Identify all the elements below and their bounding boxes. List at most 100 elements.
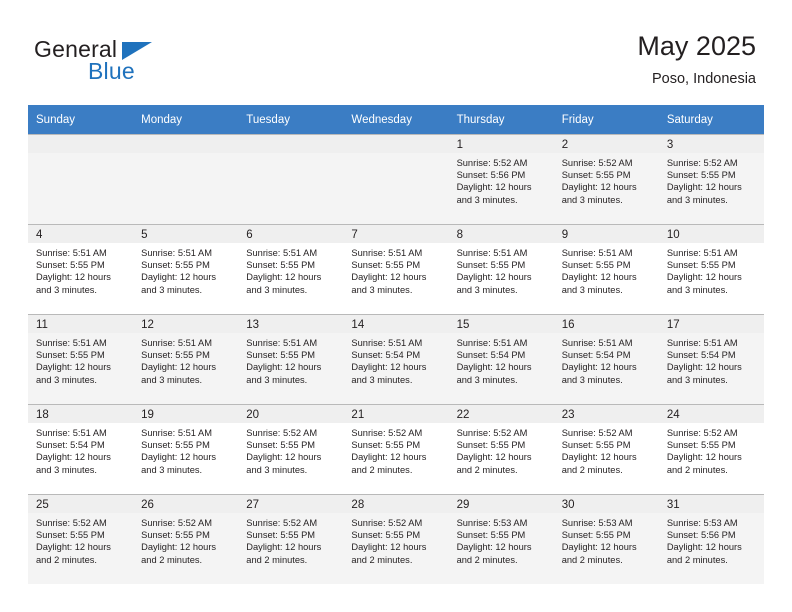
calendar-day-cell[interactable]: 30 Sunrise: 5:53 AM Sunset: 5:55 PM Dayligh… [553,494,659,584]
sunrise-text: Sunrise: 5:52 AM [36,518,107,528]
calendar-day-cell[interactable]: 24 Sunrise: 5:52 AM Sunset: 5:55 PM Dayligh… [658,404,764,494]
calendar-day-cell[interactable]: 11 Sunrise: 5:51 AM Sunset: 5:55 PM Dayligh… [28,314,134,404]
day-sun-info: Sunrise: 5:51 AM Sunset: 5:54 PM Daylight:… [28,423,133,476]
day-sun-info: Sunrise: 5:51 AM Sunset: 5:55 PM Daylight:… [28,333,133,386]
daylight-text-line2: and 3 minutes. [666,374,728,385]
daylight-text-line2: and 3 minutes. [246,374,308,385]
sunset-text: Sunset: 5:54 PM [351,350,421,361]
calendar-day-cell[interactable]: 10 Sunrise: 5:51 AM Sunset: 5:55 PM Dayligh… [658,224,764,314]
daylight-text-line2: and 3 minutes. [666,284,728,295]
calendar-day-cell[interactable]: 1 Sunrise: 5:52 AM Sunset: 5:56 PM Daylight… [448,134,554,224]
calendar-day-cell[interactable]: 17 Sunrise: 5:51 AM Sunset: 5:54 PM Dayligh… [658,314,764,404]
day-number: 25 [36,499,49,511]
calendar-day-cell-empty [238,134,344,224]
calendar-day-cell[interactable]: 8 Sunrise: 5:51 AM Sunset: 5:55 PM Daylight… [448,224,554,314]
calendar-day-cell[interactable]: 4 Sunrise: 5:51 AM Sunset: 5:55 PM Daylight… [28,224,134,314]
daylight-text-line1: Daylight: 12 hours [561,182,637,193]
day-sun-info: Sunrise: 5:51 AM Sunset: 5:55 PM Daylight:… [238,333,343,386]
daylight-text-line1: Daylight: 12 hours [246,362,322,373]
daylight-text-line1: Daylight: 12 hours [456,542,532,553]
calendar-day-cell[interactable]: 16 Sunrise: 5:51 AM Sunset: 5:54 PM Dayligh… [553,314,659,404]
daylight-text-line2: and 3 minutes. [36,374,97,385]
daylight-text-line1: Daylight: 12 hours [246,542,322,553]
sunset-text: Sunset: 5:54 PM [561,350,631,361]
day-number-band: 24 [658,405,764,423]
day-number: 8 [456,229,463,241]
sunset-text: Sunset: 5:55 PM [561,530,631,541]
sunset-text: Sunset: 5:54 PM [36,440,105,451]
calendar-day-cell[interactable]: 29 Sunrise: 5:53 AM Sunset: 5:55 PM Dayligh… [448,494,554,584]
day-number: 11 [36,319,48,331]
daylight-text-line2: and 3 minutes. [36,464,97,475]
calendar-day-cell[interactable]: 21 Sunrise: 5:52 AM Sunset: 5:55 PM Dayligh… [343,404,449,494]
daylight-text-line2: and 2 minutes. [456,554,518,565]
calendar-day-cell[interactable]: 31 Sunrise: 5:53 AM Sunset: 5:56 PM Dayligh… [658,494,764,584]
calendar-day-cell[interactable]: 28 Sunrise: 5:52 AM Sunset: 5:55 PM Dayligh… [343,494,449,584]
day-number-band: 6 [238,225,344,243]
daylight-text-line1: Daylight: 12 hours [351,542,427,553]
calendar-day-cell[interactable]: 19 Sunrise: 5:51 AM Sunset: 5:55 PM Dayligh… [133,404,239,494]
day-number-band [28,135,134,153]
daylight-text-line1: Daylight: 12 hours [666,362,742,373]
day-number-band: 28 [343,495,449,513]
day-sun-info: Sunrise: 5:52 AM Sunset: 5:55 PM Daylight:… [554,423,659,476]
sunset-text: Sunset: 5:55 PM [246,260,316,271]
daylight-text-line2: and 3 minutes. [246,464,308,475]
calendar-day-cell[interactable]: 9 Sunrise: 5:51 AM Sunset: 5:55 PM Daylight… [553,224,659,314]
day-sun-info: Sunrise: 5:52 AM Sunset: 5:55 PM Daylight:… [133,513,238,566]
day-number-band: 19 [133,405,239,423]
sunset-text: Sunset: 5:56 PM [666,530,736,541]
calendar-day-cell[interactable]: 2 Sunrise: 5:52 AM Sunset: 5:55 PM Daylight… [553,134,659,224]
calendar-day-cell[interactable] [28,134,134,224]
brand-logo[interactable]: General Blue [34,36,274,94]
calendar-day-cell[interactable]: 12 Sunrise: 5:51 AM Sunset: 5:55 PM Dayligh… [133,314,239,404]
day-number: 28 [351,499,365,511]
calendar-day-cell[interactable]: 13 Sunrise: 5:51 AM Sunset: 5:55 PM Dayligh… [238,314,344,404]
day-number: 13 [246,319,260,331]
calendar-day-cell[interactable]: 15 Sunrise: 5:51 AM Sunset: 5:54 PM Dayligh… [448,314,554,404]
sunrise-text: Sunrise: 5:51 AM [36,248,107,258]
daylight-text-line1: Daylight: 12 hours [561,452,637,463]
day-number-band: 25 [28,495,134,513]
calendar-day-cell[interactable]: 7 Sunrise: 5:51 AM Sunset: 5:55 PM Daylight… [343,224,449,314]
calendar-day-cell-inner: 29 Sunrise: 5:53 AM Sunset: 5:55 PM Dayligh… [448,494,554,584]
day-sun-info: Sunrise: 5:51 AM Sunset: 5:55 PM Daylight:… [554,243,659,296]
calendar-day-cell[interactable]: 26 Sunrise: 5:52 AM Sunset: 5:55 PM Dayligh… [133,494,239,584]
weekday-header-friday: Friday [553,105,659,134]
calendar-day-cell[interactable]: 6 Sunrise: 5:51 AM Sunset: 5:55 PM Daylight… [238,224,344,314]
calendar-day-cell[interactable] [133,134,239,224]
day-number: 21 [351,409,365,421]
calendar-day-cell[interactable]: 25 Sunrise: 5:52 AM Sunset: 5:55 PM Dayligh… [28,494,134,584]
calendar-day-cell[interactable] [238,134,344,224]
sunrise-text: Sunrise: 5:51 AM [351,248,423,258]
day-number-band: 8 [448,225,554,243]
sunset-text: Sunset: 5:55 PM [36,530,105,541]
calendar-day-cell-inner: 7 Sunrise: 5:51 AM Sunset: 5:55 PM Daylight… [343,224,449,314]
day-sun-info: Sunrise: 5:53 AM Sunset: 5:55 PM Daylight:… [449,513,554,566]
day-number: 9 [561,229,569,241]
calendar-day-cell-inner: 3 Sunrise: 5:52 AM Sunset: 5:55 PM Daylight… [658,134,764,224]
calendar-day-cell[interactable] [343,134,449,224]
daylight-text-line2: and 3 minutes. [141,284,203,295]
calendar-day-cell[interactable]: 23 Sunrise: 5:52 AM Sunset: 5:55 PM Dayligh… [553,404,659,494]
sunrise-text: Sunrise: 5:51 AM [456,338,528,348]
daylight-text-line2: and 2 minutes. [351,464,413,475]
day-number-band [238,135,344,153]
calendar-day-cell[interactable]: 27 Sunrise: 5:52 AM Sunset: 5:55 PM Dayligh… [238,494,344,584]
daylight-text-line2: and 3 minutes. [456,194,518,205]
daylight-text-line1: Daylight: 12 hours [246,272,322,283]
daylight-text-line2: and 2 minutes. [456,464,518,475]
calendar-day-cell-inner: 11 Sunrise: 5:51 AM Sunset: 5:55 PM Dayligh… [28,314,134,404]
day-number: 23 [561,409,575,421]
day-number-band [133,135,239,153]
calendar-week-row: 18 Sunrise: 5:51 AM Sunset: 5:54 PM Dayligh… [28,404,764,494]
calendar-day-cell[interactable]: 3 Sunrise: 5:52 AM Sunset: 5:55 PM Daylight… [658,134,764,224]
calendar-day-cell[interactable]: 20 Sunrise: 5:52 AM Sunset: 5:55 PM Dayligh… [238,404,344,494]
calendar-day-cell[interactable]: 5 Sunrise: 5:51 AM Sunset: 5:55 PM Daylight… [133,224,239,314]
day-number-band: 20 [238,405,344,423]
calendar-day-cell[interactable]: 14 Sunrise: 5:51 AM Sunset: 5:54 PM Dayligh… [343,314,449,404]
day-number-band: 26 [133,495,239,513]
calendar-day-cell[interactable]: 22 Sunrise: 5:52 AM Sunset: 5:55 PM Dayligh… [448,404,554,494]
calendar-day-cell[interactable]: 18 Sunrise: 5:51 AM Sunset: 5:54 PM Dayligh… [28,404,134,494]
sunrise-text: Sunrise: 5:52 AM [351,518,423,528]
